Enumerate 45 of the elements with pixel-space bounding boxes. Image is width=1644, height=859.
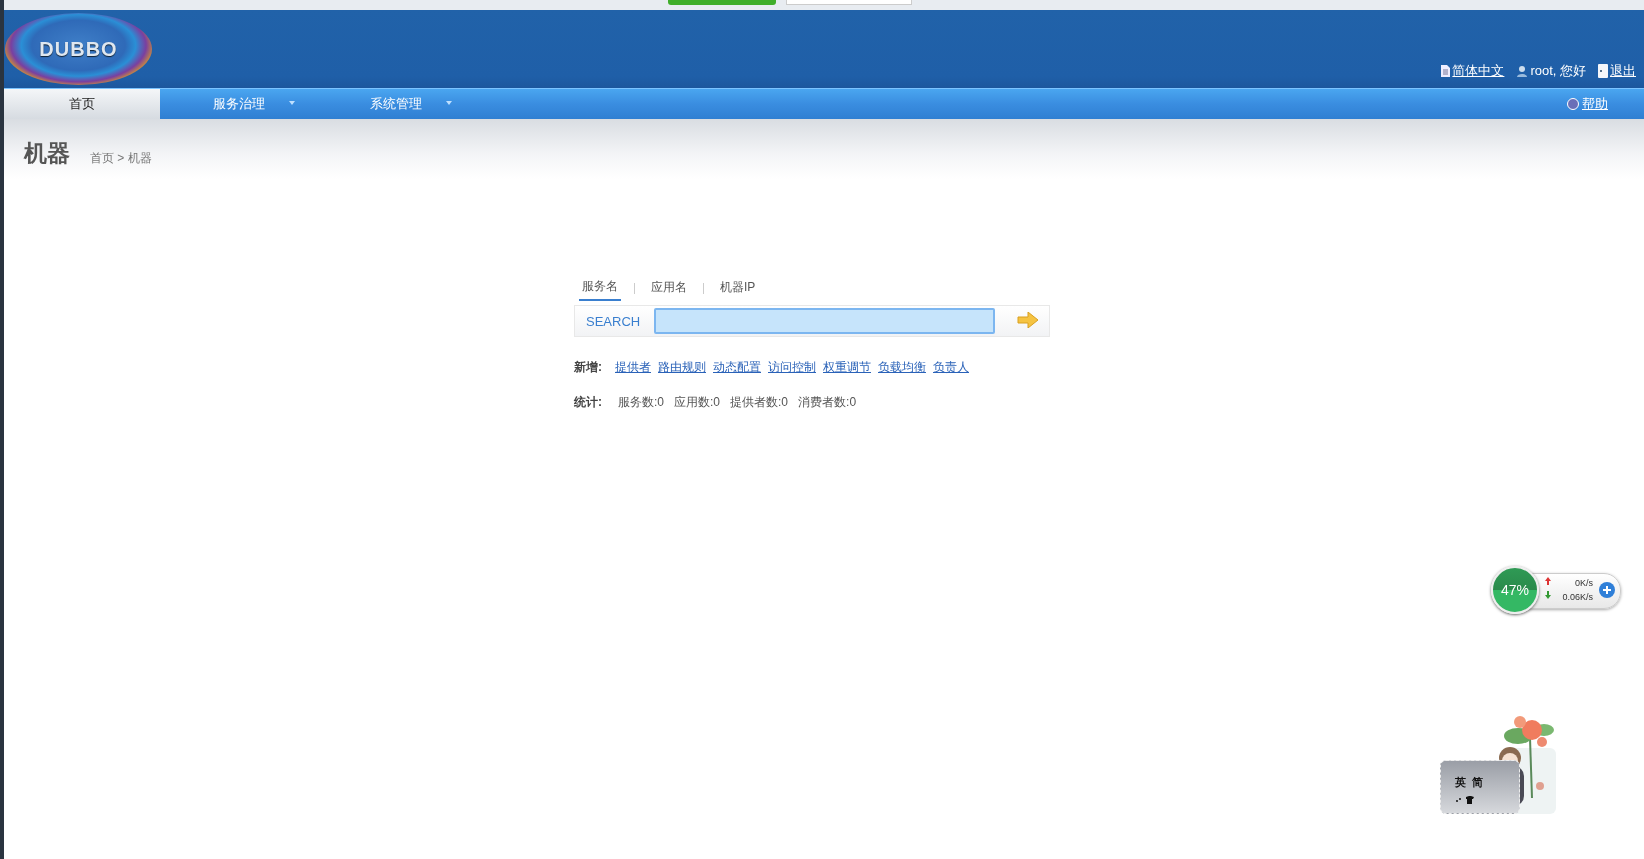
search-tab[interactable]: 机器IP bbox=[717, 277, 759, 300]
search-button[interactable] bbox=[1015, 312, 1041, 330]
add-link[interactable]: 负载均衡 bbox=[878, 359, 926, 376]
download-rate: 0.06K/s bbox=[1562, 592, 1593, 602]
memory-gauge[interactable]: 47% bbox=[1491, 566, 1539, 614]
plus-icon bbox=[1602, 585, 1612, 595]
add-link[interactable]: 负责人 bbox=[933, 359, 969, 376]
add-link[interactable]: 路由规则 bbox=[658, 359, 706, 376]
header-link[interactable]: 退出 bbox=[1610, 62, 1636, 80]
add-link[interactable]: 提供者 bbox=[615, 359, 651, 376]
stats-label: 统计: bbox=[574, 394, 602, 411]
search-field[interactable] bbox=[654, 308, 995, 334]
add-label: 新增: bbox=[574, 359, 602, 376]
logo-text: DUBBO bbox=[39, 37, 118, 61]
help-link[interactable]: 帮助 bbox=[1582, 95, 1608, 113]
ime-char[interactable]: 简 bbox=[1472, 775, 1483, 790]
shirt-icon[interactable] bbox=[1455, 796, 1475, 804]
stat-text: 消费者数:0 bbox=[798, 394, 857, 411]
door-icon bbox=[1598, 64, 1608, 78]
ime-panel[interactable]: 英 简 bbox=[1440, 760, 1520, 814]
nav-tab[interactable]: 系统管理 bbox=[317, 89, 474, 119]
strip-button[interactable] bbox=[786, 0, 912, 5]
add-link[interactable]: 访问控制 bbox=[768, 359, 816, 376]
logo[interactable]: DUBBO bbox=[5, 13, 152, 85]
upload-rate: 0K/s bbox=[1575, 578, 1593, 588]
add-link[interactable]: 动态配置 bbox=[713, 359, 761, 376]
down-arrow-icon bbox=[1545, 591, 1551, 599]
search-tab[interactable]: 服务名 bbox=[579, 276, 621, 301]
greeting-text: root, 您好 bbox=[1530, 62, 1586, 80]
stat-text: 服务数:0 bbox=[618, 394, 664, 411]
arrow-icon bbox=[1017, 312, 1039, 328]
add-link[interactable]: 权重调节 bbox=[823, 359, 871, 376]
search-tab[interactable]: 应用名 bbox=[648, 277, 690, 300]
breadcrumb: 首页 > 机器 bbox=[90, 150, 152, 167]
search-label: SEARCH bbox=[586, 313, 642, 329]
stat-text: 提供者数:0 bbox=[730, 394, 789, 411]
stat-text: 应用数:0 bbox=[674, 394, 721, 411]
page-title: 机器 bbox=[24, 139, 70, 168]
nav-tab[interactable]: 首页 bbox=[4, 89, 160, 119]
user-icon bbox=[1516, 65, 1529, 77]
up-arrow-icon bbox=[1545, 577, 1551, 585]
header-link[interactable]: 简体中文 bbox=[1452, 62, 1505, 80]
ime-char[interactable]: 英 bbox=[1455, 775, 1466, 790]
nav-tab[interactable]: 服务治理 bbox=[160, 89, 317, 119]
document-icon bbox=[1440, 65, 1451, 77]
